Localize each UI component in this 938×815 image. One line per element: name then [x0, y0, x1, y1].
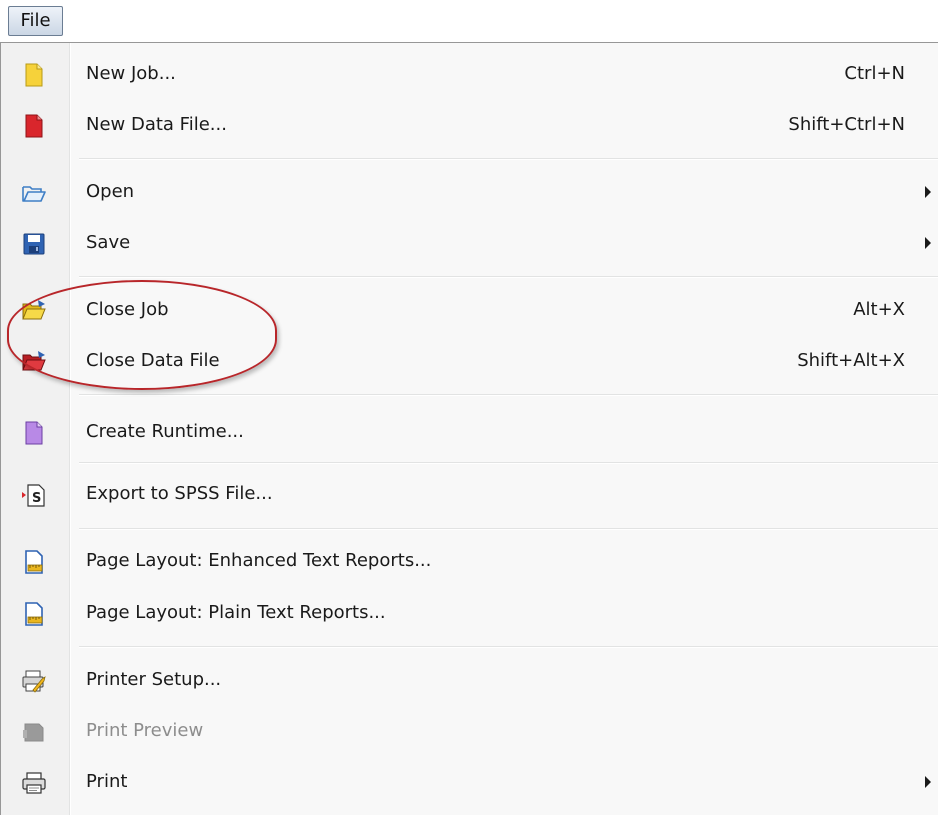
menu-item-label: Create Runtime...: [86, 421, 244, 442]
menu-separator: [79, 276, 938, 278]
print-preview-icon: [21, 719, 47, 745]
menu-item-label: Save: [86, 232, 131, 253]
file-menu-button[interactable]: File: [8, 6, 63, 36]
menu-item-label: Close Data File: [86, 350, 220, 371]
menu-separator: [79, 462, 938, 464]
close-data-file-folder-icon: [21, 349, 47, 375]
menu-item-printer-setup[interactable]: Printer Setup...: [1, 659, 938, 701]
svg-text:S: S: [32, 491, 41, 506]
menu-separator: [79, 394, 938, 396]
menu-item-label: Open: [86, 181, 135, 202]
menu-item-label: Export to SPSS File...: [86, 483, 273, 504]
printer-icon: [21, 770, 47, 796]
menu-item-print-preview: Print Preview: [1, 710, 938, 752]
menu-item-label: New Data File...: [86, 114, 227, 135]
menu-item-label: Close Job: [86, 299, 169, 320]
menu-item-save[interactable]: Save: [1, 222, 938, 264]
new-job-icon: [21, 62, 47, 88]
menu-item-close-job[interactable]: Close Job Alt+X: [1, 289, 938, 331]
submenu-arrow-icon: [925, 776, 931, 788]
menu-item-export-spss[interactable]: S Export to SPSS File...: [1, 473, 938, 515]
menu-item-label: Printer Setup...: [86, 669, 222, 690]
menu-item-label: Print: [86, 771, 128, 792]
floppy-disk-icon: [21, 231, 47, 257]
menu-item-label: New Job...: [86, 63, 176, 84]
menu-separator: [79, 646, 938, 648]
submenu-arrow-icon: [925, 237, 931, 249]
printer-setup-wrench-icon: [21, 668, 47, 694]
page-layout-ruler-icon: [21, 601, 47, 627]
menu-item-print[interactable]: Print: [1, 761, 938, 803]
shortcut-text: Shift+Ctrl+N: [788, 114, 905, 135]
close-job-folder-icon: [21, 298, 47, 324]
menu-separator: [79, 158, 938, 160]
menu-item-label: Page Layout: Plain Text Reports...: [86, 602, 386, 623]
menu-item-new-data-file[interactable]: New Data File... Shift+Ctrl+N: [1, 104, 938, 146]
menu-item-page-layout-plain[interactable]: Page Layout: Plain Text Reports...: [1, 592, 938, 634]
runtime-document-icon: [21, 420, 47, 446]
open-folder-icon: [21, 180, 47, 206]
menu-item-label: Print Preview: [86, 720, 204, 741]
menu-bar: File: [0, 0, 938, 42]
shortcut-text: Alt+X: [853, 299, 905, 320]
page-layout-ruler-icon: [21, 549, 47, 575]
shortcut-text: Ctrl+N: [844, 63, 905, 84]
menu-item-page-layout-enhanced[interactable]: Page Layout: Enhanced Text Reports...: [1, 540, 938, 582]
spss-export-icon: S: [21, 482, 47, 508]
menu-item-new-job[interactable]: New Job... Ctrl+N: [1, 53, 938, 95]
menu-item-label: Page Layout: Enhanced Text Reports...: [86, 550, 432, 571]
file-dropdown-menu: New Job... Ctrl+N New Data File... Shift…: [0, 42, 938, 815]
menu-item-open[interactable]: Open: [1, 171, 938, 213]
menu-item-create-runtime[interactable]: Create Runtime...: [1, 411, 938, 453]
menu-item-close-data-file[interactable]: Close Data File Shift+Alt+X: [1, 340, 938, 382]
submenu-arrow-icon: [925, 186, 931, 198]
shortcut-text: Shift+Alt+X: [797, 350, 905, 371]
menu-separator: [79, 528, 938, 530]
new-data-file-icon: [21, 113, 47, 139]
